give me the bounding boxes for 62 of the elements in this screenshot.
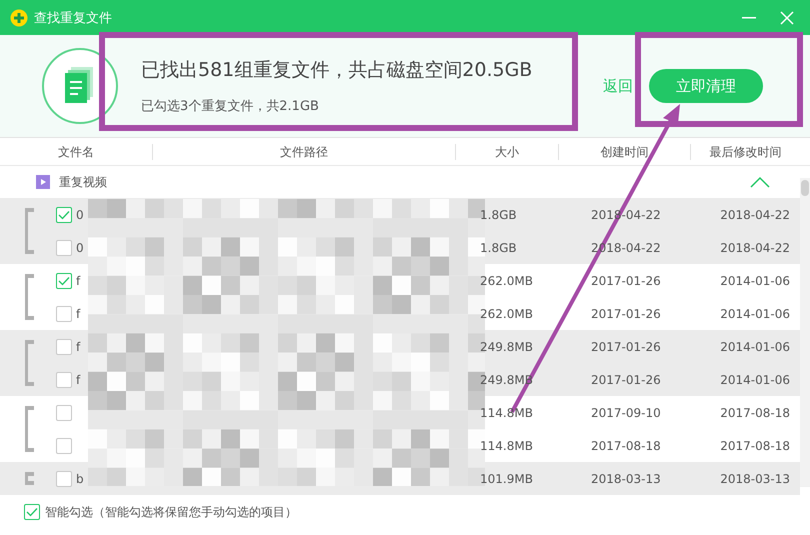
modified-date: 2017-08-18	[720, 438, 790, 452]
column-header[interactable]: 最后修改时间	[690, 144, 800, 160]
column-header[interactable]: 大小	[455, 144, 558, 160]
video-icon	[36, 175, 50, 189]
modified-date: 2014-01-06	[720, 340, 790, 354]
documents-icon	[41, 47, 119, 125]
close-icon	[780, 10, 794, 24]
checkbox[interactable]	[56, 470, 72, 486]
file-name: f	[76, 372, 80, 386]
app-logo-icon	[10, 8, 28, 26]
checkbox[interactable]	[56, 272, 72, 288]
file-size: 262.0MB	[479, 306, 533, 320]
created-date: 2017-01-26	[591, 372, 661, 386]
file-name: f	[76, 340, 80, 354]
checkbox[interactable]	[56, 404, 72, 420]
created-date: 2017-01-26	[591, 274, 661, 288]
checkmark-icon	[26, 507, 38, 517]
file-size: 249.8MB	[479, 340, 533, 354]
modified-date: 2018-04-22	[720, 208, 790, 222]
category-label: 重复视频	[59, 174, 107, 190]
modified-date: 2014-01-06	[720, 372, 790, 386]
column-header[interactable]: 创建时间	[558, 144, 690, 160]
column-header[interactable]: 文件名	[0, 144, 152, 160]
scrollbar-track[interactable]	[800, 178, 810, 486]
file-name: f	[76, 274, 80, 288]
file-size: 114.8MB	[479, 406, 533, 420]
created-date: 2018-03-13	[591, 472, 661, 486]
checkbox[interactable]	[56, 206, 72, 222]
file-name: b	[76, 472, 84, 486]
collapse-icon[interactable]	[750, 176, 770, 188]
checkbox[interactable]	[56, 438, 72, 454]
file-name: 0	[76, 208, 84, 222]
modified-date: 2014-01-06	[720, 306, 790, 320]
summary-detail: 已勾选3个重复文件，共2.1GB	[141, 98, 320, 115]
checkbox[interactable]	[56, 372, 72, 388]
file-name: 0	[76, 240, 84, 254]
checkbox[interactable]	[56, 306, 72, 322]
created-date: 2017-08-18	[591, 438, 661, 452]
modified-date: 2018-04-22	[720, 240, 790, 254]
file-name: f	[76, 306, 80, 320]
smart-select-label: 智能勾选（智能勾选将保留您手动勾选的项目）	[45, 504, 297, 520]
modified-date: 2014-01-06	[720, 274, 790, 288]
file-size: 1.8GB	[479, 240, 517, 254]
minimize-icon	[742, 16, 756, 18]
summary-headline: 已找出581组重复文件，共占磁盘空间20.5GB	[141, 58, 534, 83]
created-date: 2017-01-26	[591, 340, 661, 354]
created-date: 2017-01-26	[591, 306, 661, 320]
checkbox[interactable]	[56, 240, 72, 256]
file-size: 262.0MB	[479, 274, 533, 288]
checkbox[interactable]	[56, 338, 72, 354]
file-size: 101.9MB	[479, 472, 533, 486]
file-size: 1.8GB	[479, 208, 517, 222]
modified-date: 2018-03-13	[720, 472, 790, 486]
checkmark-icon	[58, 210, 70, 220]
column-header[interactable]: 文件路径	[152, 144, 455, 160]
file-size: 114.8MB	[479, 438, 533, 452]
checkmark-icon	[58, 276, 70, 286]
scrollbar-thumb[interactable]	[801, 180, 809, 196]
modified-date: 2017-08-18	[720, 406, 790, 420]
created-date: 2017-09-10	[591, 406, 661, 420]
window-title: 查找重复文件	[34, 10, 112, 26]
checkbox[interactable]	[24, 504, 40, 520]
